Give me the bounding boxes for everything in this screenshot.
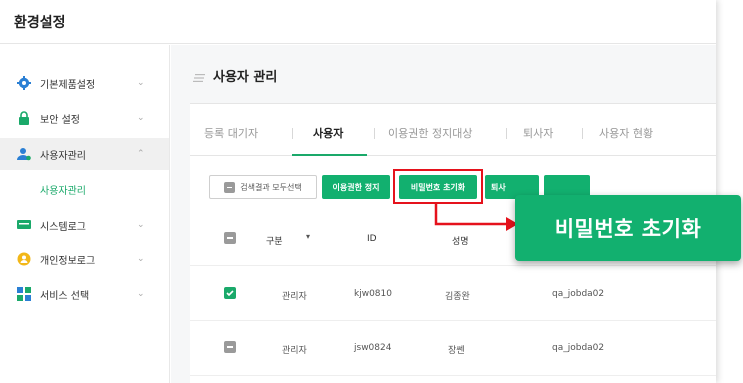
callout-label: 비밀번호 초기화 bbox=[554, 217, 702, 241]
sidebar: 기본제품설정 ⌄ 보안 설정 ⌄ 사용자관리 ⌃ 사용자관리 시스템로그 ⌄ 개… bbox=[0, 45, 170, 383]
tab-users[interactable]: 사용자 bbox=[313, 125, 343, 141]
cell-name: 장쎈 bbox=[448, 346, 465, 356]
column-header-name: 성명 bbox=[452, 237, 469, 247]
suspend-permission-button[interactable]: 이용권한 정지 bbox=[322, 175, 390, 199]
checkbox-icon bbox=[224, 181, 236, 193]
sidebar-item-label: 시스템로그 bbox=[40, 221, 86, 233]
cell-name: 김종완 bbox=[445, 292, 470, 302]
chevron-down-icon[interactable]: ▾ bbox=[306, 232, 310, 241]
row-divider bbox=[190, 265, 716, 266]
chevron-up-icon: ⌃ bbox=[137, 149, 145, 159]
cell-group: qa_jobda02 bbox=[552, 289, 605, 299]
sidebar-item-label: 보안 설정 bbox=[40, 114, 80, 126]
column-header-id: ID bbox=[367, 234, 377, 244]
tab-divider bbox=[292, 128, 293, 139]
cell-id: jsw0824 bbox=[354, 343, 392, 353]
select-all-label: 검색결과 모두선택 bbox=[240, 182, 302, 192]
chevron-down-icon: ⌄ bbox=[137, 289, 145, 299]
sidebar-item-system-log[interactable]: 시스템로그 ⌄ bbox=[0, 209, 169, 241]
tab-retired[interactable]: 퇴사자 bbox=[523, 125, 553, 141]
cell-type: 관리자 bbox=[282, 346, 307, 356]
highlight-frame bbox=[393, 169, 483, 204]
select-all-results-button[interactable]: 검색결과 모두선택 bbox=[209, 175, 317, 199]
tab-divider bbox=[506, 128, 507, 139]
sidebar-item-privacy-log[interactable]: 개인정보로그 ⌄ bbox=[0, 243, 169, 275]
person-circle-icon bbox=[17, 252, 31, 266]
sidebar-item-label: 사용자관리 bbox=[40, 150, 86, 162]
tab-suspension-targets[interactable]: 이용권한 정지대상 bbox=[388, 125, 472, 141]
monitor-icon bbox=[17, 220, 31, 229]
lock-icon bbox=[19, 111, 29, 125]
tab-divider bbox=[582, 128, 583, 139]
page-title: 사용자 관리 bbox=[213, 70, 278, 85]
sidebar-subitem-user-management[interactable]: 사용자관리 bbox=[40, 182, 86, 197]
cell-id: kjw0810 bbox=[354, 289, 392, 299]
cell-group: qa_jobda02 bbox=[552, 343, 605, 353]
menu-lines-icon bbox=[193, 74, 205, 82]
reset-password-callout: 비밀번호 초기화 bbox=[515, 195, 741, 261]
row-divider bbox=[190, 375, 716, 376]
select-all-checkbox[interactable] bbox=[224, 232, 236, 244]
tab-bar: 등록 대기자 사용자 이용권한 정지대상 퇴사자 사용자 현황 bbox=[190, 104, 716, 156]
sidebar-item-user-management[interactable]: 사용자관리 ⌃ bbox=[0, 138, 169, 170]
sidebar-item-label: 서비스 선택 bbox=[40, 290, 90, 302]
top-bar: 환경설정 bbox=[0, 0, 716, 44]
app-title: 환경설정 bbox=[14, 15, 66, 31]
cell-type: 관리자 bbox=[282, 292, 307, 302]
sidebar-item-label: 기본제품설정 bbox=[40, 79, 96, 91]
sidebar-item-security[interactable]: 보안 설정 ⌄ bbox=[0, 102, 169, 134]
row-divider bbox=[190, 320, 716, 321]
active-tab-indicator bbox=[292, 154, 367, 156]
gear-icon bbox=[17, 76, 31, 90]
retire-label: 퇴사 bbox=[491, 182, 506, 192]
row-checkbox[interactable] bbox=[224, 287, 236, 299]
chevron-down-icon: ⌄ bbox=[137, 220, 145, 230]
row-checkbox[interactable] bbox=[224, 341, 236, 353]
column-header-type: 구분 bbox=[266, 237, 283, 247]
tab-divider bbox=[374, 128, 375, 139]
suspend-label: 이용권한 정지 bbox=[332, 182, 380, 192]
sidebar-item-label: 개인정보로그 bbox=[40, 255, 96, 267]
sidebar-item-service-select[interactable]: 서비스 선택 ⌄ bbox=[0, 278, 169, 310]
tab-pending[interactable]: 등록 대기자 bbox=[204, 125, 258, 141]
sidebar-item-product-settings[interactable]: 기본제품설정 ⌄ bbox=[0, 67, 169, 99]
chevron-down-icon: ⌄ bbox=[137, 254, 145, 264]
user-icon bbox=[17, 148, 31, 161]
tab-user-status[interactable]: 사용자 현황 bbox=[599, 125, 653, 141]
chevron-down-icon: ⌄ bbox=[137, 78, 145, 88]
settings-window: 환경설정 기본제품설정 ⌄ 보안 설정 ⌄ 사용자관리 ⌃ 사용자관리 시스템로… bbox=[0, 0, 716, 383]
grid-icon bbox=[17, 287, 31, 301]
check-icon bbox=[226, 290, 234, 297]
chevron-down-icon: ⌄ bbox=[137, 113, 145, 123]
